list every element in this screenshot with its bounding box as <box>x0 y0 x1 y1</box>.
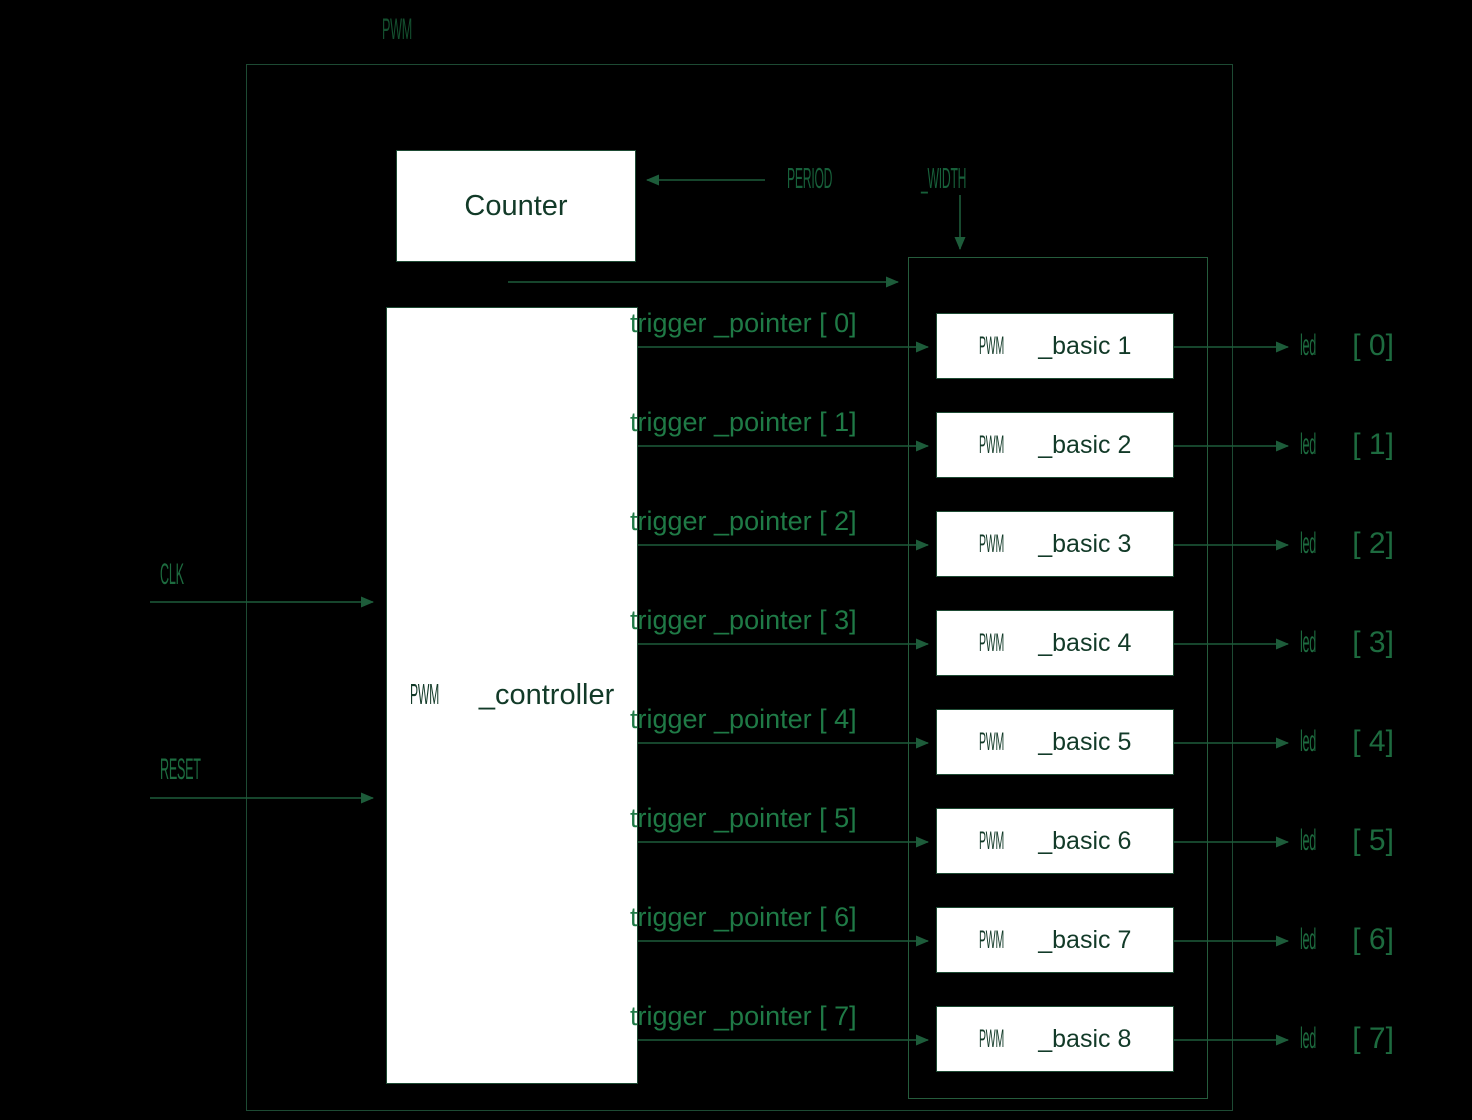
pwm-basic-acronym-1: PWM <box>978 331 1004 360</box>
led-output-label-0: led [ 0] <box>1300 331 1394 361</box>
led-index-0: [ 0] <box>1352 329 1394 362</box>
pwm-basic-tail-1: _basic 1 <box>1038 331 1132 360</box>
pwm-controller-label: PWM _controller <box>410 679 615 712</box>
led-acronym-3: led <box>1300 626 1317 659</box>
pwm-basic-acronym-3: PWM <box>978 529 1004 558</box>
pwm-basic-label-2: PWM _basic 2 <box>979 431 1132 460</box>
led-acronym-5: led <box>1300 824 1317 857</box>
pwm-controller-block[interactable]: PWM _controller <box>386 307 638 1084</box>
led-output-label-3: led [ 3] <box>1300 628 1394 658</box>
led-output-label-1: led [ 1] <box>1300 430 1394 460</box>
pwm-basic-acronym-2: PWM <box>978 430 1004 459</box>
pwm-basic-block-7[interactable]: PWM _basic 7 <box>936 907 1174 973</box>
pwm-basic-block-3[interactable]: PWM _basic 3 <box>936 511 1174 577</box>
diagram-title: PWM <box>382 15 454 45</box>
pwm-basic-tail-5: _basic 5 <box>1038 727 1132 756</box>
trigger-pointer-label-5: trigger _pointer [ 5] <box>630 803 857 833</box>
width-label-text: _WIDTH <box>920 163 967 195</box>
reset-input-text: RESET <box>160 753 201 786</box>
pwm-basic-label-8: PWM _basic 8 <box>979 1025 1132 1054</box>
pwm-basic-label-4: PWM _basic 4 <box>979 629 1132 658</box>
led-index-4: [ 4] <box>1352 725 1394 758</box>
trigger-pointer-label-2: trigger _pointer [ 2] <box>630 506 857 536</box>
led-acronym-6: led <box>1300 923 1317 956</box>
trigger-pointer-label-3: trigger _pointer [ 3] <box>630 605 857 635</box>
pwm-controller-acronym: PWM <box>409 679 439 711</box>
trigger-pointer-label-1: trigger _pointer [ 1] <box>630 407 857 437</box>
pwm-basic-label-5: PWM _basic 5 <box>979 728 1132 757</box>
pwm-basic-tail-8: _basic 8 <box>1038 1024 1132 1053</box>
counter-block[interactable]: Counter <box>396 150 636 262</box>
pwm-basic-acronym-5: PWM <box>978 727 1004 756</box>
led-index-6: [ 6] <box>1352 923 1394 956</box>
counter-block-label: Counter <box>464 189 568 222</box>
pwm-basic-tail-4: _basic 4 <box>1038 628 1132 657</box>
led-acronym-0: led <box>1300 329 1317 362</box>
pwm-basic-block-1[interactable]: PWM _basic 1 <box>936 313 1174 379</box>
led-acronym-1: led <box>1300 428 1317 461</box>
led-output-label-6: led [ 6] <box>1300 925 1394 955</box>
pwm-basic-acronym-6: PWM <box>978 826 1004 855</box>
pwm-basic-block-8[interactable]: PWM _basic 8 <box>936 1006 1174 1072</box>
diagram-title-text: PWM <box>382 13 413 46</box>
led-acronym-4: led <box>1300 725 1317 758</box>
pwm-basic-block-6[interactable]: PWM _basic 6 <box>936 808 1174 874</box>
led-index-1: [ 1] <box>1352 428 1394 461</box>
pwm-basic-tail-3: _basic 3 <box>1038 529 1132 558</box>
pwm-basic-label-6: PWM _basic 6 <box>979 827 1132 856</box>
trigger-pointer-label-7: trigger _pointer [ 7] <box>630 1001 857 1031</box>
pwm-basic-block-2[interactable]: PWM _basic 2 <box>936 412 1174 478</box>
led-index-3: [ 3] <box>1352 626 1394 659</box>
led-acronym-2: led <box>1300 527 1317 560</box>
led-index-5: [ 5] <box>1352 824 1394 857</box>
pwm-basic-tail-6: _basic 6 <box>1038 826 1132 855</box>
trigger-pointer-label-6: trigger _pointer [ 6] <box>630 902 857 932</box>
pwm-basic-label-3: PWM _basic 3 <box>979 530 1132 559</box>
pwm-controller-tail: _controller <box>478 679 615 711</box>
pwm-basic-tail-2: _basic 2 <box>1038 430 1132 459</box>
trigger-pointer-label-4: trigger _pointer [ 4] <box>630 704 857 734</box>
period-label-text: PERIOD <box>787 163 833 195</box>
led-output-label-2: led [ 2] <box>1300 529 1394 559</box>
pwm-basic-acronym-7: PWM <box>978 925 1004 954</box>
led-acronym-7: led <box>1300 1022 1317 1055</box>
led-index-2: [ 2] <box>1352 527 1394 560</box>
led-output-label-4: led [ 4] <box>1300 727 1394 757</box>
pwm-basic-acronym-8: PWM <box>978 1024 1004 1053</box>
pwm-basic-label-7: PWM _basic 7 <box>979 926 1132 955</box>
led-output-label-7: led [ 7] <box>1300 1024 1394 1054</box>
pwm-basic-label-1: PWM _basic 1 <box>979 332 1132 361</box>
reset-input-label: RESET <box>160 755 257 785</box>
pwm-block-diagram: PWM Counter PWM_controller PWM_basic 1 P… <box>0 0 1472 1120</box>
pwm-basic-block-5[interactable]: PWM _basic 5 <box>936 709 1174 775</box>
trigger-pointer-label-0: trigger _pointer [ 0] <box>630 308 857 338</box>
clk-input-text: CLK <box>160 558 184 591</box>
led-output-label-5: led [ 5] <box>1300 826 1394 856</box>
clk-input-label: CLK <box>160 560 217 590</box>
pwm-basic-acronym-4: PWM <box>978 628 1004 657</box>
pwm-basic-block-4[interactable]: PWM _basic 4 <box>936 610 1174 676</box>
pwm-basic-tail-7: _basic 7 <box>1038 925 1132 954</box>
led-index-7: [ 7] <box>1352 1022 1394 1055</box>
period-width-label: PERIOD _WIDTH <box>787 165 1028 194</box>
